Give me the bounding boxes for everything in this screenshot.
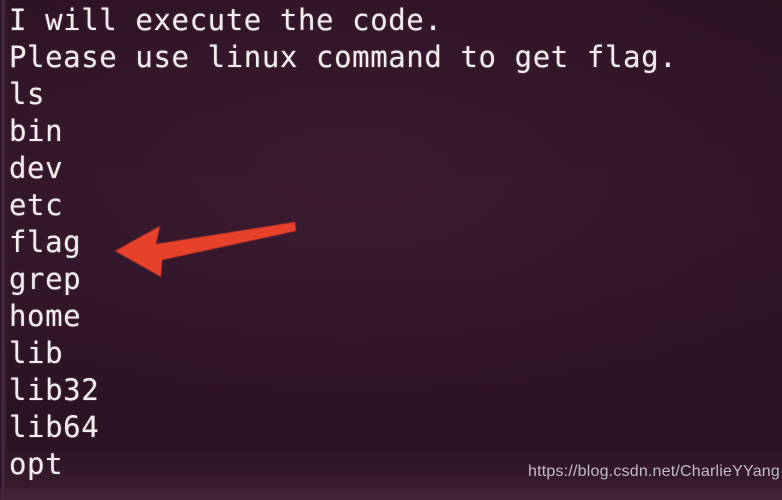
terminal-output[interactable]: I will execute the code. Please use linu… [9,2,779,483]
terminal-line-lib: lib [9,336,64,370]
terminal-line-grep: grep [9,262,82,296]
terminal-line-bin: bin [9,114,64,148]
terminal-line-message-2: Please use linux command to get flag. [9,40,678,74]
terminal-line-message-1: I will execute the code. [9,3,443,37]
terminal-line-lib64: lib64 [9,410,100,444]
left-edge-stripe [0,0,7,500]
terminal-line-etc: etc [9,188,64,222]
bottom-edge-band [0,488,782,500]
terminal-line-home: home [9,299,82,333]
terminal-screenshot: I will execute the code. Please use linu… [0,0,782,500]
terminal-line-flag: flag [9,225,82,259]
watermark-text: https://blog.csdn.net/CharlieYYang [528,463,780,480]
terminal-line-lib32: lib32 [9,373,100,407]
terminal-line-command: ls [9,77,46,111]
terminal-line-dev: dev [9,151,64,185]
